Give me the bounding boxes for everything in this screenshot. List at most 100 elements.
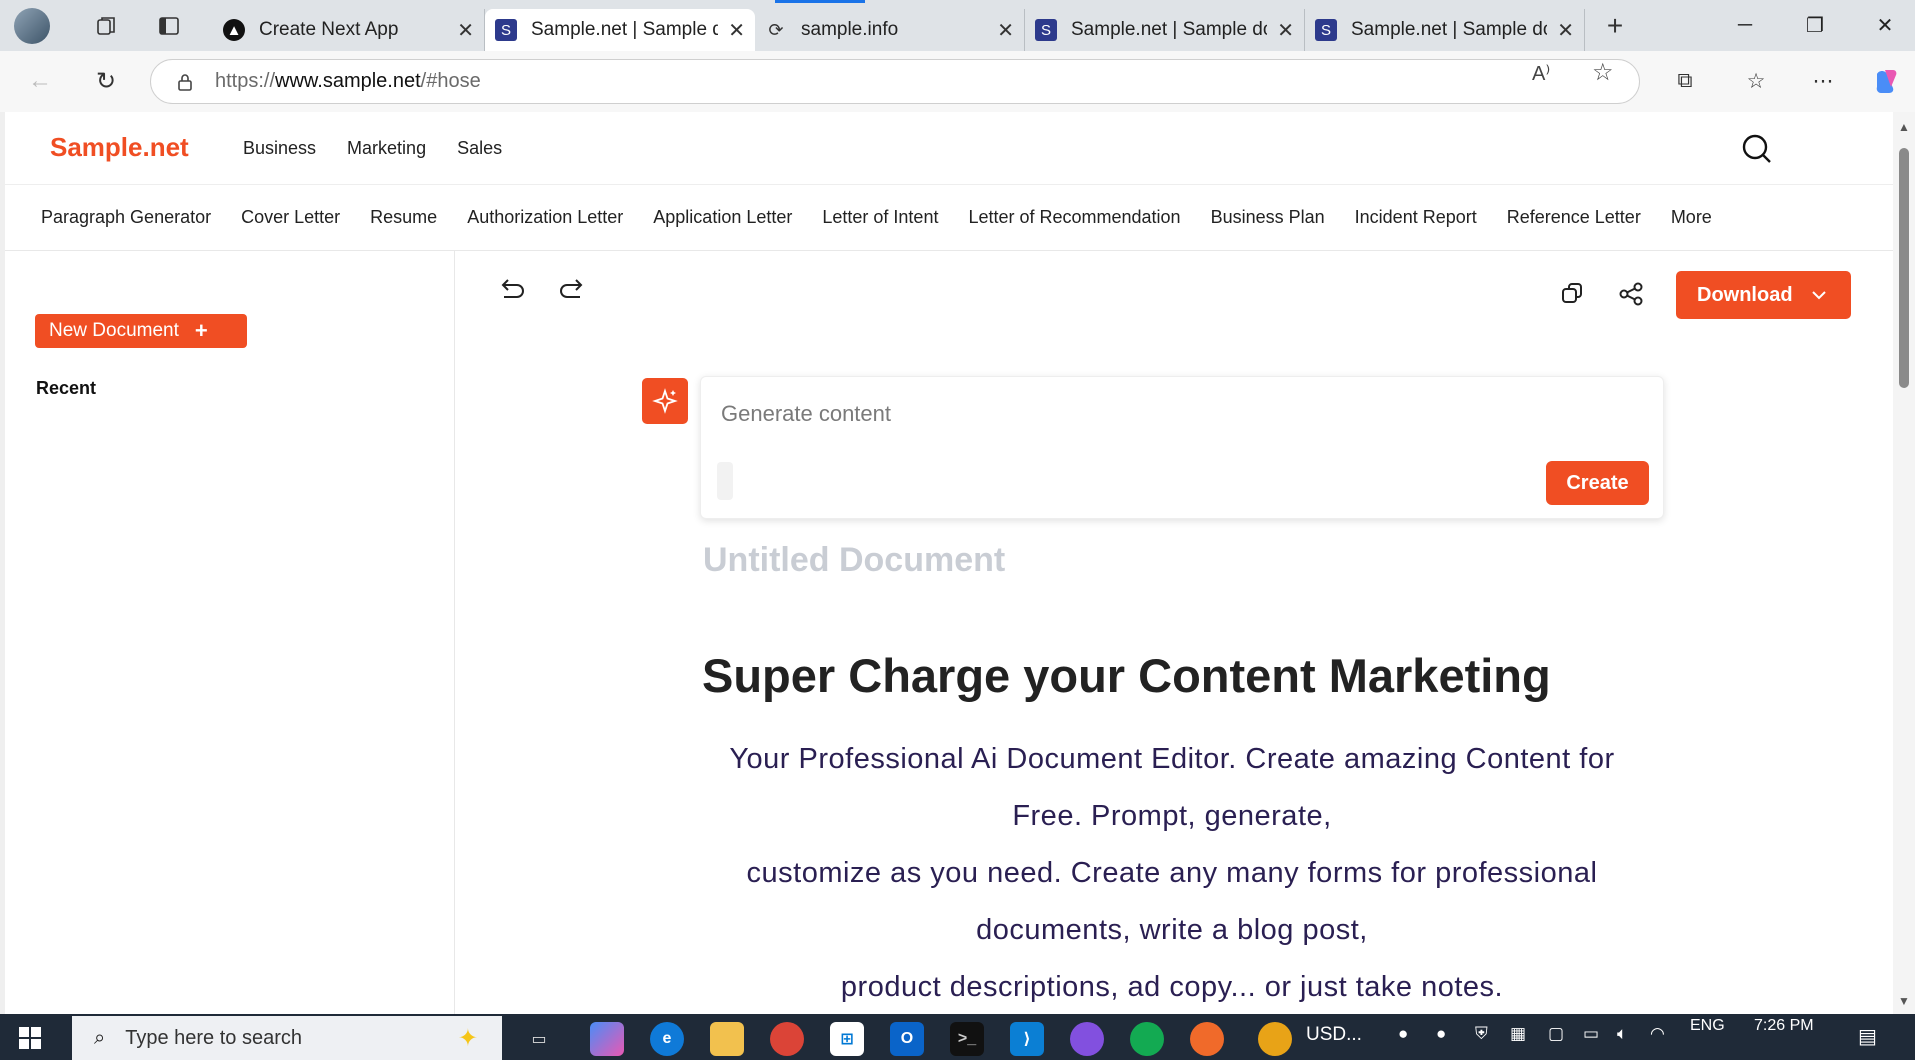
search-icon: ⌕ [94, 1026, 106, 1049]
extensions-icon[interactable]: ⧉ [1667, 63, 1703, 99]
tab-create-next-app[interactable]: ▲ Create Next App ✕ [213, 9, 485, 51]
copy-icon[interactable] [1558, 279, 1588, 309]
subnav-reference-letter[interactable]: Reference Letter [1507, 207, 1641, 228]
wifi-icon[interactable]: ◠ [1650, 1024, 1665, 1044]
tab-title: Sample.net | Sample do [1351, 19, 1548, 40]
redo-icon[interactable] [556, 273, 590, 307]
tab-sample-info[interactable]: ⟳ sample.info ✕ [755, 0, 1025, 51]
more-icon[interactable]: ⋯ [1805, 63, 1841, 99]
tray-shield-icon[interactable]: ⛨ [1475, 1024, 1488, 1044]
tab-sample-net-active[interactable]: S Sample.net | Sample do ✕ [485, 9, 755, 51]
language-indicator[interactable]: ENG [1690, 1017, 1725, 1035]
lock-icon [178, 73, 192, 91]
outlook-icon[interactable]: O [890, 1022, 924, 1056]
address-bar[interactable]: https://www.sample.net/#hose [150, 59, 1640, 104]
new-tab-icon[interactable]: + [1597, 8, 1633, 44]
new-document-label: New Document [49, 320, 179, 341]
tray-chrome-icon[interactable]: ● [1436, 1024, 1446, 1044]
scroll-up-icon[interactable]: ▲ [1898, 120, 1910, 134]
favorite-star-icon[interactable]: ☆ [1592, 58, 1614, 87]
github-icon[interactable] [1070, 1022, 1104, 1056]
document-heading[interactable]: Super Charge your Content Marketing [702, 648, 1551, 703]
tab-sample-net-2[interactable]: S Sample.net | Sample do ✕ [1025, 9, 1305, 51]
undo-icon[interactable] [494, 273, 528, 307]
generate-content-input[interactable] [721, 397, 1521, 431]
mongodb-icon[interactable] [1130, 1022, 1164, 1056]
copilot-app-icon[interactable] [590, 1022, 624, 1056]
nav-business[interactable]: Business [243, 138, 316, 159]
search-icon[interactable] [1740, 132, 1774, 166]
prompt-option-chip[interactable] [717, 462, 733, 500]
create-button[interactable]: Create [1546, 461, 1649, 505]
subnav-incident-report[interactable]: Incident Report [1355, 207, 1477, 228]
new-document-button[interactable]: New Document + [35, 314, 247, 348]
download-button[interactable]: Download [1676, 271, 1851, 319]
sidebar: New Document + Recent [5, 251, 455, 1014]
subnav-application-letter[interactable]: Application Letter [653, 207, 792, 228]
vscode-icon[interactable]: ⟩ [1010, 1022, 1044, 1056]
document-body[interactable]: Your Professional Ai Document Editor. Cr… [702, 731, 1642, 1014]
subnav-paragraph-generator[interactable]: Paragraph Generator [41, 207, 211, 228]
minimize-icon[interactable]: ─ [1710, 0, 1780, 51]
close-icon[interactable]: ✕ [457, 18, 474, 43]
close-icon[interactable]: ✕ [997, 18, 1014, 43]
page-scrollbar[interactable]: ▲ ▼ [1893, 112, 1915, 1014]
tab-title: Sample.net | Sample do [531, 19, 719, 40]
scroll-thumb[interactable] [1899, 148, 1909, 388]
terminal-icon[interactable]: >_ [950, 1022, 984, 1056]
currency-icon [1258, 1022, 1292, 1056]
clock-time[interactable]: 7:26 PM [1754, 1017, 1814, 1035]
postman-icon[interactable] [1190, 1022, 1224, 1056]
tray-edge-icon[interactable]: ● [1398, 1024, 1408, 1044]
site-s-icon: S [1315, 19, 1337, 41]
read-aloud-icon[interactable]: A⁾ [1532, 61, 1550, 86]
edge-icon[interactable]: e [650, 1022, 684, 1056]
subnav-resume[interactable]: Resume [370, 207, 437, 228]
tab-sample-net-3[interactable]: S Sample.net | Sample do ✕ [1305, 9, 1585, 51]
tray-app-icon[interactable]: ▦ [1510, 1024, 1526, 1044]
chrome-icon[interactable] [770, 1022, 804, 1056]
share-icon[interactable] [1616, 279, 1646, 309]
plus-icon: + [194, 318, 208, 343]
body-paragraph: customize as you need. Create any many f… [746, 857, 1598, 946]
close-icon[interactable]: ✕ [1277, 18, 1294, 43]
copilot-icon[interactable] [1868, 63, 1904, 99]
usd-widget[interactable]: USD... [1306, 1024, 1362, 1046]
subnav-letter-of-recommendation[interactable]: Letter of Recommendation [968, 207, 1180, 228]
favorites-icon[interactable]: ☆ [1738, 63, 1774, 99]
body-paragraph: product descriptions, ad copy... or just… [840, 971, 1504, 1003]
scroll-down-icon[interactable]: ▼ [1898, 994, 1910, 1008]
back-icon[interactable]: ← [22, 63, 58, 99]
taskbar-search[interactable]: ⌕ Type here to search ✦ [72, 1016, 502, 1060]
workspaces-icon[interactable] [88, 8, 124, 44]
tray-meet-icon[interactable]: ▢ [1548, 1024, 1564, 1044]
site-logo[interactable]: Sample.net [50, 132, 189, 163]
windows-taskbar: ⌕ Type here to search ✦ ▭ e ⊞ O >_ ⟩ USD… [0, 1014, 1915, 1060]
close-window-icon[interactable]: ✕ [1850, 0, 1915, 51]
ai-sparkle-icon[interactable] [642, 378, 688, 424]
subnav-letter-of-intent[interactable]: Letter of Intent [822, 207, 938, 228]
store-icon[interactable]: ⊞ [830, 1022, 864, 1056]
battery-icon[interactable]: ▭ [1583, 1024, 1599, 1044]
task-view-icon[interactable]: ▭ [522, 1022, 556, 1056]
windows-start-icon[interactable] [18, 1026, 42, 1050]
profile-avatar[interactable] [14, 7, 50, 44]
nav-marketing[interactable]: Marketing [347, 138, 426, 159]
copilot-sparkle-icon: ✦ [457, 1024, 478, 1052]
tab-actions-icon[interactable] [151, 8, 187, 44]
notification-icon[interactable]: ▤ [1858, 1024, 1877, 1049]
document-title[interactable]: Untitled Document [703, 541, 1005, 580]
refresh-icon[interactable]: ↻ [88, 63, 124, 99]
restore-icon[interactable]: ❐ [1780, 0, 1850, 51]
close-icon[interactable]: ✕ [728, 18, 745, 43]
editor-area: Download Create Untitled Document Super … [456, 251, 1893, 1014]
subnav-cover-letter[interactable]: Cover Letter [241, 207, 340, 228]
nav-sales[interactable]: Sales [457, 138, 502, 159]
subnav-authorization-letter[interactable]: Authorization Letter [467, 207, 623, 228]
subnav-more[interactable]: More [1671, 207, 1712, 228]
file-explorer-icon[interactable] [710, 1022, 744, 1056]
taskbar-search-placeholder: Type here to search [125, 1026, 302, 1049]
subnav-business-plan[interactable]: Business Plan [1211, 207, 1325, 228]
volume-icon[interactable]: 🔈︎ [1617, 1024, 1627, 1044]
close-icon[interactable]: ✕ [1557, 18, 1574, 43]
